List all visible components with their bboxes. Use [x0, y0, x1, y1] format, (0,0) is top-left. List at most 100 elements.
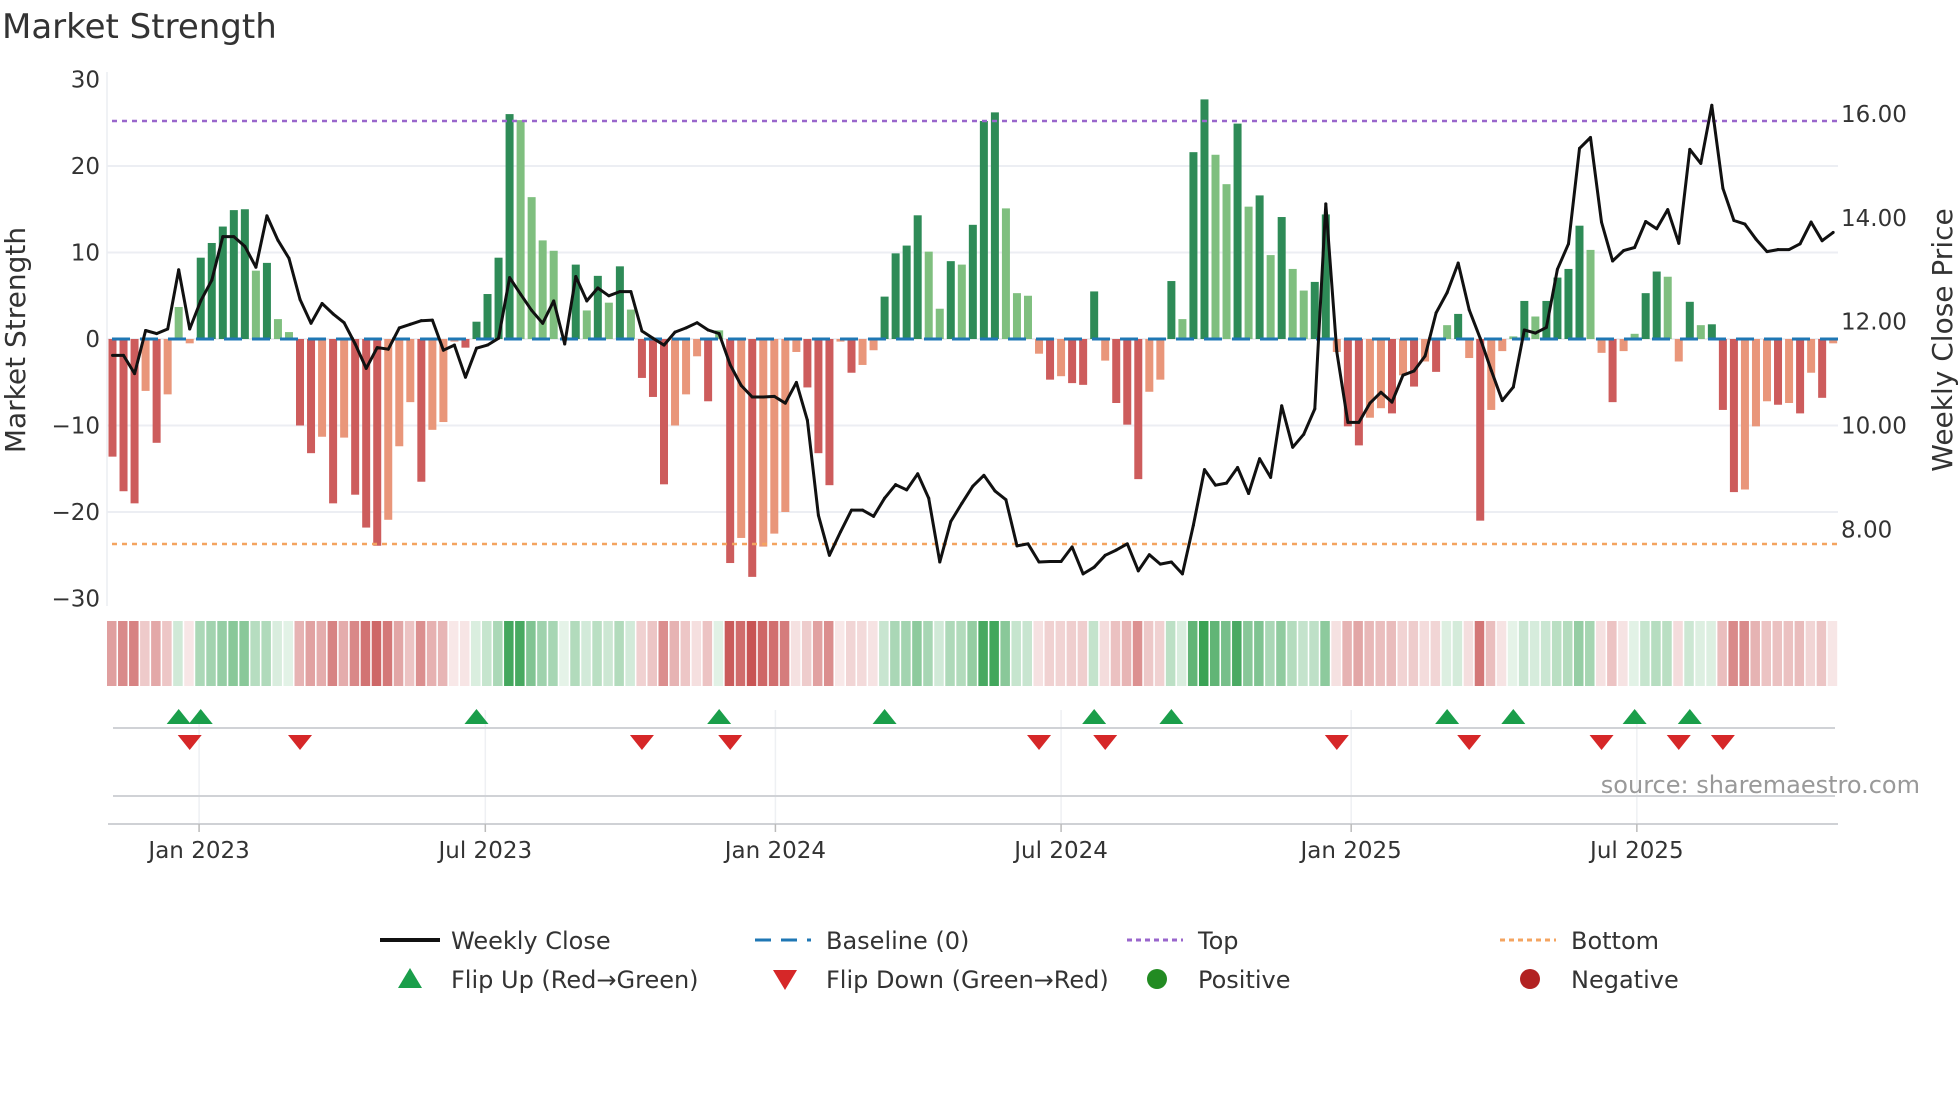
strip-cell	[1783, 621, 1794, 686]
negative-bar	[693, 339, 702, 357]
positive-bar	[1707, 324, 1716, 339]
strip-cell	[857, 621, 867, 686]
negative-bar	[1399, 339, 1408, 376]
strip-cell	[1154, 621, 1165, 686]
strip-cell	[1022, 621, 1032, 686]
negative-bar	[1729, 339, 1738, 493]
weekly-close-point	[673, 330, 677, 334]
weekly-close-point	[563, 342, 567, 346]
y2-axis-ticks: 16.00 14.00 12.00 10.00 8.00	[1841, 102, 1907, 543]
weekly-close-point	[1015, 544, 1019, 548]
strip-cell	[1198, 621, 1209, 686]
strip-cell	[757, 621, 768, 686]
strip-cell	[912, 621, 922, 686]
strip-cell	[1132, 621, 1143, 686]
strip-cell	[636, 621, 646, 686]
negative-bar	[660, 339, 668, 485]
weekly-close-point	[1500, 399, 1504, 403]
flip-up-icon	[1082, 709, 1107, 724]
positive-bar	[902, 245, 911, 339]
strip-cell	[184, 621, 194, 686]
negative-bar	[825, 339, 834, 486]
y-tick-label: 0	[85, 327, 100, 353]
flip-down-icon	[1457, 735, 1482, 750]
weekly-close-point	[320, 302, 324, 306]
x-tick-label: Jul 2023	[437, 838, 533, 864]
strip-cell	[934, 621, 944, 686]
weekly-close-point	[188, 327, 192, 331]
positive-bar	[1266, 255, 1275, 339]
positive-bar	[1288, 268, 1297, 339]
weekly-close-point	[717, 332, 721, 336]
negative-bar	[1046, 339, 1055, 380]
weekly-close-point	[1357, 420, 1361, 424]
weekly-close-point	[816, 513, 820, 517]
strip-cell	[437, 621, 448, 686]
strip-cell	[691, 621, 702, 686]
weekly-close-point	[1710, 103, 1714, 107]
weekly-close-point	[838, 530, 842, 534]
negative-bar	[1112, 339, 1121, 404]
negative-bar	[759, 339, 768, 547]
negative-bar	[1498, 339, 1507, 352]
weekly-close-point	[982, 473, 986, 477]
strip-cell	[1540, 621, 1551, 686]
negative-bar	[373, 339, 382, 546]
strip-cell	[559, 621, 569, 686]
weekly-close-point	[122, 353, 126, 357]
strip-cell	[945, 621, 955, 686]
positive-bar	[527, 197, 536, 339]
weekly-close-point	[1324, 202, 1328, 206]
weekly-close-point	[1169, 560, 1173, 564]
positive-bar	[1575, 225, 1584, 339]
weekly-close-point	[1743, 222, 1747, 226]
weekly-close-point	[916, 472, 920, 476]
weekly-close-point	[265, 214, 269, 218]
strip-cell	[1750, 621, 1760, 686]
strip-cell	[1772, 621, 1783, 686]
weekly-close-point	[1258, 457, 1262, 461]
weekly-close-point	[1831, 230, 1835, 234]
weekly-close-point	[607, 294, 611, 298]
strip-cell	[1728, 621, 1738, 686]
strip-cell	[1717, 621, 1727, 686]
strip-cell	[1033, 621, 1044, 686]
legend-triangle-up-icon	[398, 968, 422, 988]
negative-bar	[1774, 339, 1783, 405]
positive-bar	[207, 242, 216, 339]
strip-cell	[1232, 621, 1242, 686]
strip-cell	[1210, 621, 1220, 686]
negative-bar	[1035, 339, 1044, 354]
strip-cell	[1143, 621, 1154, 686]
legend-label: Top	[1197, 927, 1239, 955]
negative-bar	[417, 339, 426, 482]
legend-label: Flip Down (Green→Red)	[826, 966, 1109, 994]
positive-bar	[935, 308, 944, 339]
positive-bar	[1652, 271, 1661, 339]
weekly-close-point	[1544, 325, 1548, 329]
positive-bar	[1167, 281, 1176, 339]
weekly-close-point	[342, 321, 346, 325]
strip-cell	[459, 621, 470, 686]
weekly-close-point	[1335, 350, 1339, 354]
weekly-close-point	[905, 488, 909, 492]
weekly-close-point	[629, 290, 633, 294]
negative-bar	[1763, 339, 1771, 402]
positive-bar	[582, 310, 591, 339]
legend-item: Top	[1127, 927, 1239, 955]
strip-cell	[1706, 621, 1716, 686]
negative-bar	[1674, 339, 1683, 362]
weekly-close-point	[1798, 242, 1802, 246]
strip-cell	[1640, 621, 1650, 686]
weekly-close-point	[1103, 553, 1107, 557]
weekly-close-point	[1191, 523, 1195, 527]
strip-cell	[1463, 621, 1474, 686]
positive-bar	[1023, 295, 1032, 339]
strip-cell	[746, 621, 757, 686]
strip-cell	[195, 621, 205, 686]
weekly-close-point	[1004, 498, 1008, 502]
weekly-close-point	[1390, 400, 1394, 404]
strip-cell	[1618, 621, 1628, 686]
negative-bar	[847, 339, 856, 373]
weekly-close-point	[1070, 545, 1074, 549]
